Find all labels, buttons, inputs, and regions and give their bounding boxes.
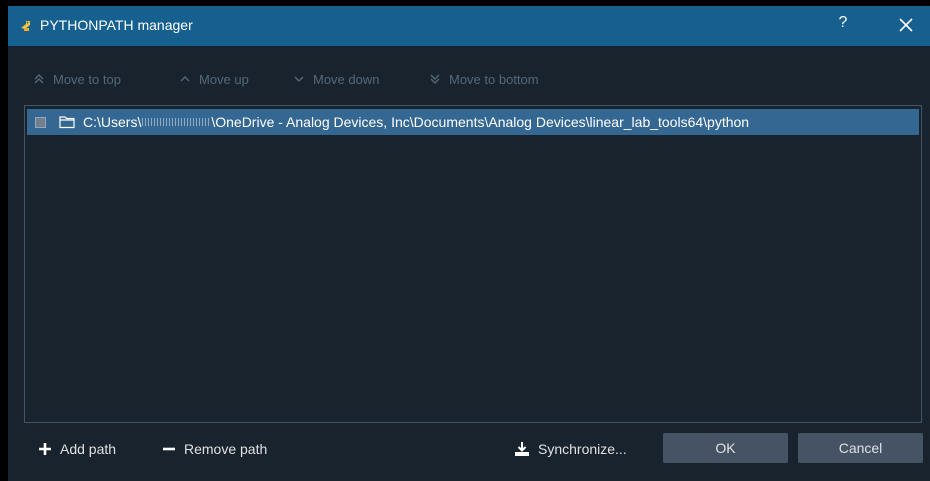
folder-icon <box>59 115 75 129</box>
cancel-button[interactable]: Cancel <box>798 433 923 463</box>
ok-button[interactable]: OK <box>663 433 788 463</box>
path-suffix: \OneDrive - Analog Devices, Inc\Document… <box>211 114 750 130</box>
move-to-bottom-button[interactable]: Move to bottom <box>430 68 539 90</box>
download-icon <box>515 442 529 456</box>
python-logo-icon <box>18 18 34 34</box>
synchronize-button[interactable]: Synchronize... <box>514 433 627 465</box>
help-button[interactable]: ? <box>833 14 853 32</box>
close-icon[interactable] <box>896 14 916 36</box>
path-list[interactable]: C:\Users\ \OneDrive - Analog Devices, In… <box>24 105 922 423</box>
plus-icon <box>39 443 51 455</box>
add-path-button[interactable]: Add path <box>38 433 116 465</box>
path-checkbox[interactable] <box>35 116 46 128</box>
chevron-down-icon <box>294 76 304 82</box>
add-path-label: Add path <box>60 441 117 457</box>
move-to-bottom-label: Move to bottom <box>449 71 539 87</box>
move-down-label: Move down <box>313 71 380 87</box>
remove-path-button[interactable]: Remove path <box>162 433 267 465</box>
move-up-button[interactable]: Move up <box>180 68 249 90</box>
redacted-username <box>142 118 211 126</box>
list-item[interactable]: C:\Users\ \OneDrive - Analog Devices, In… <box>27 109 919 135</box>
bottom-bar: Add path Remove path Synchronize... OK C… <box>8 433 930 465</box>
chevron-up-icon <box>180 76 190 82</box>
window-title: PYTHONPATH manager <box>40 17 193 33</box>
synchronize-label: Synchronize... <box>538 441 627 457</box>
pythonpath-dialog: PYTHONPATH manager ? Move to top Move up… <box>8 6 930 481</box>
remove-path-label: Remove path <box>184 441 268 457</box>
double-chevron-down-icon <box>430 74 440 84</box>
move-down-button[interactable]: Move down <box>294 68 379 90</box>
path-prefix: C:\Users\ <box>83 114 142 130</box>
title-bar[interactable]: PYTHONPATH manager ? <box>8 6 930 46</box>
move-up-label: Move up <box>199 71 249 87</box>
toolbar: Move to top Move up Move down Move to bo… <box>8 68 930 90</box>
minus-icon <box>163 447 175 451</box>
double-chevron-up-icon <box>34 74 44 84</box>
move-to-top-button[interactable]: Move to top <box>34 68 121 90</box>
move-to-top-label: Move to top <box>53 71 121 87</box>
